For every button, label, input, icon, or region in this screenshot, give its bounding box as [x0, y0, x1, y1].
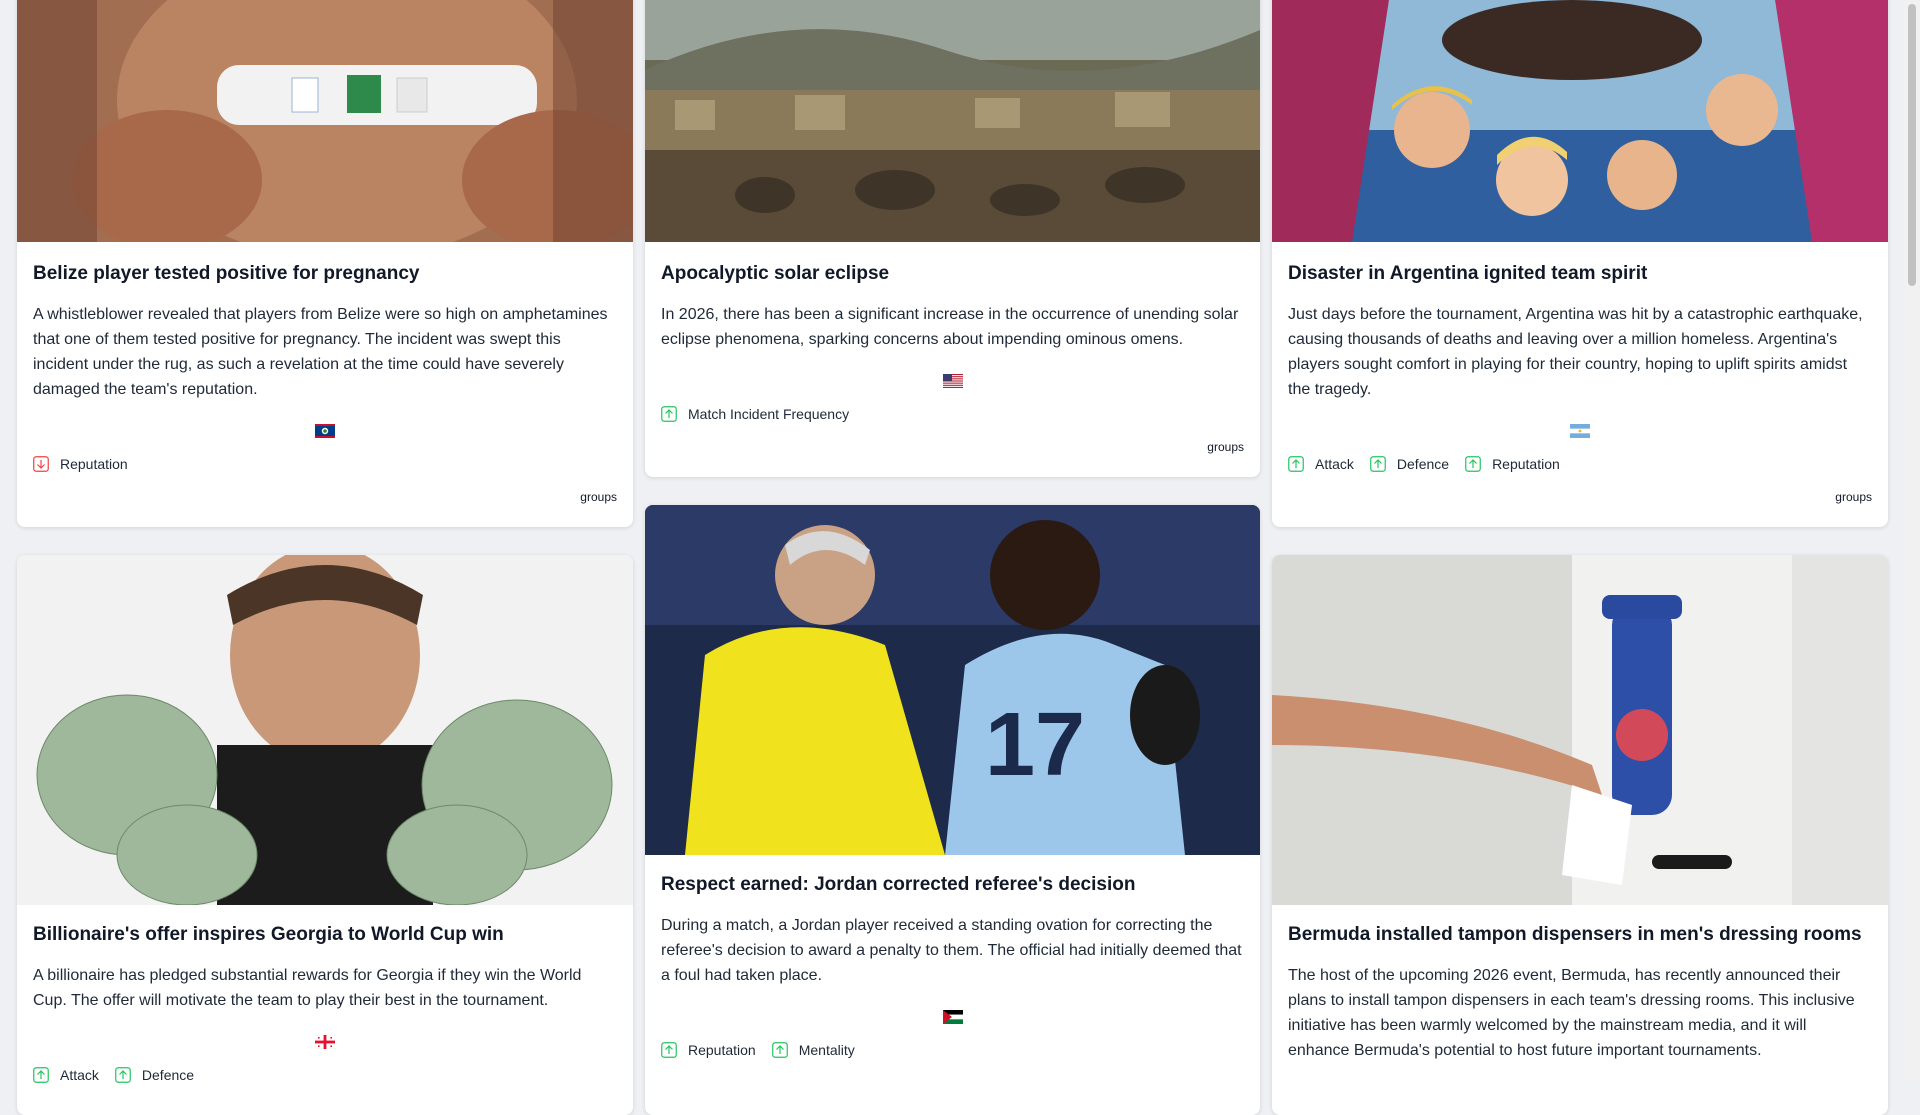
card-title: Respect earned: Jordan corrected referee… [661, 874, 1136, 895]
card-image-apocalyptic-city [645, 0, 1260, 242]
card-description: In 2026, there has been a significant in… [661, 306, 1239, 348]
news-card-jordan[interactable]: 17 Respect earned: Jordan corrected refe… [645, 505, 1260, 1115]
card-description: A whistleblower revealed that players fr… [33, 306, 608, 398]
effect-label: Reputation [688, 1042, 756, 1058]
card-title: Belize player tested positive for pregna… [33, 263, 420, 284]
groups-link[interactable]: groups [1288, 490, 1872, 504]
card-title: Apocalyptic solar eclipse [661, 263, 890, 284]
arrow-up-icon [33, 1067, 49, 1083]
news-card-belize[interactable]: Belize player tested positive for pregna… [17, 0, 633, 527]
arrow-up-icon [1465, 456, 1481, 472]
arrow-up-icon [1370, 456, 1386, 472]
effect-label: Mentality [798, 1042, 855, 1058]
argentina-flag-icon [1570, 424, 1590, 438]
effect-label: Defence [141, 1067, 195, 1083]
groups-link[interactable]: groups [661, 440, 1244, 454]
effect-defence: Defence [115, 1067, 194, 1083]
effects-list: Attack Defence [33, 1067, 617, 1083]
news-card-solar-eclipse[interactable]: Apocalyptic solar eclipse In 2026, there… [645, 0, 1260, 477]
arrow-up-icon [771, 1042, 788, 1058]
card-image-billionaire-money [17, 555, 633, 905]
effects-list: Reputation [33, 456, 617, 472]
card-image-pregnancy-test [17, 0, 633, 242]
news-card-bermuda[interactable]: Bermuda installed tampon dispensers in m… [1272, 555, 1888, 1115]
arrow-down-icon [33, 456, 49, 472]
effect-label: Attack [60, 1067, 99, 1083]
card-image-referee-argument: 17 [645, 505, 1260, 855]
card-description: A billionaire has pledged substantial re… [33, 967, 582, 1009]
card-title: Disaster in Argentina ignited team spiri… [1288, 263, 1648, 284]
effect-label: Match Incident Frequency [688, 406, 850, 422]
svg-text:17: 17 [985, 695, 1085, 795]
arrow-up-icon [661, 406, 677, 422]
arrow-up-icon [661, 1042, 677, 1058]
effects-list: Reputation Mentality [661, 1042, 1244, 1058]
effects-list: Attack Defence Reputation [1288, 456, 1872, 472]
page-scrollbar[interactable] [1904, 0, 1920, 1080]
effect-reputation: Reputation [661, 1042, 756, 1058]
news-card-argentina[interactable]: Disaster in Argentina ignited team spiri… [1272, 0, 1888, 527]
scrollbar-thumb[interactable] [1908, 4, 1916, 286]
effect-match-incident-frequency: Match Incident Frequency [661, 406, 849, 422]
effects-list: Match Incident Frequency [661, 406, 1244, 422]
card-description: During a match, a Jordan player received… [661, 917, 1242, 984]
card-description: The host of the upcoming 2026 event, Ber… [1288, 967, 1855, 1059]
effect-attack: Attack [33, 1067, 99, 1083]
card-image-team-huddle [1272, 0, 1888, 242]
arrow-up-icon [115, 1067, 131, 1083]
belize-flag-icon [315, 424, 335, 438]
card-description: Just days before the tournament, Argenti… [1288, 306, 1863, 398]
effect-mentality: Mentality [771, 1042, 855, 1058]
card-title: Billionaire's offer inspires Georgia to … [33, 924, 504, 945]
georgia-flag-icon [315, 1035, 335, 1049]
arrow-up-icon [1288, 456, 1304, 472]
effect-attack: Attack [1288, 456, 1354, 472]
effect-defence: Defence [1370, 456, 1449, 472]
usa-flag-icon [942, 374, 963, 388]
jordan-flag-icon [942, 1010, 963, 1024]
effect-label: Attack [1315, 456, 1354, 472]
card-title: Bermuda installed tampon dispensers in m… [1288, 924, 1862, 945]
effect-label: Defence [1396, 456, 1450, 472]
effect-reputation: Reputation [33, 456, 128, 472]
news-card-georgia[interactable]: Billionaire's offer inspires Georgia to … [17, 555, 633, 1115]
effect-label: Reputation [60, 456, 128, 472]
card-image-tampon-dispenser [1272, 555, 1888, 905]
groups-link[interactable]: groups [33, 490, 617, 504]
effect-reputation: Reputation [1465, 456, 1560, 472]
effect-label: Reputation [1492, 456, 1560, 472]
